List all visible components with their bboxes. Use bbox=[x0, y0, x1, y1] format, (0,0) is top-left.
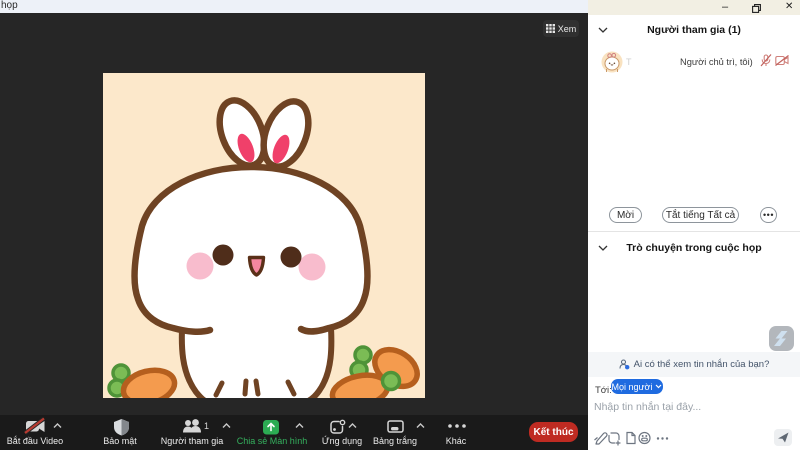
svg-text:1: 1 bbox=[204, 421, 209, 431]
